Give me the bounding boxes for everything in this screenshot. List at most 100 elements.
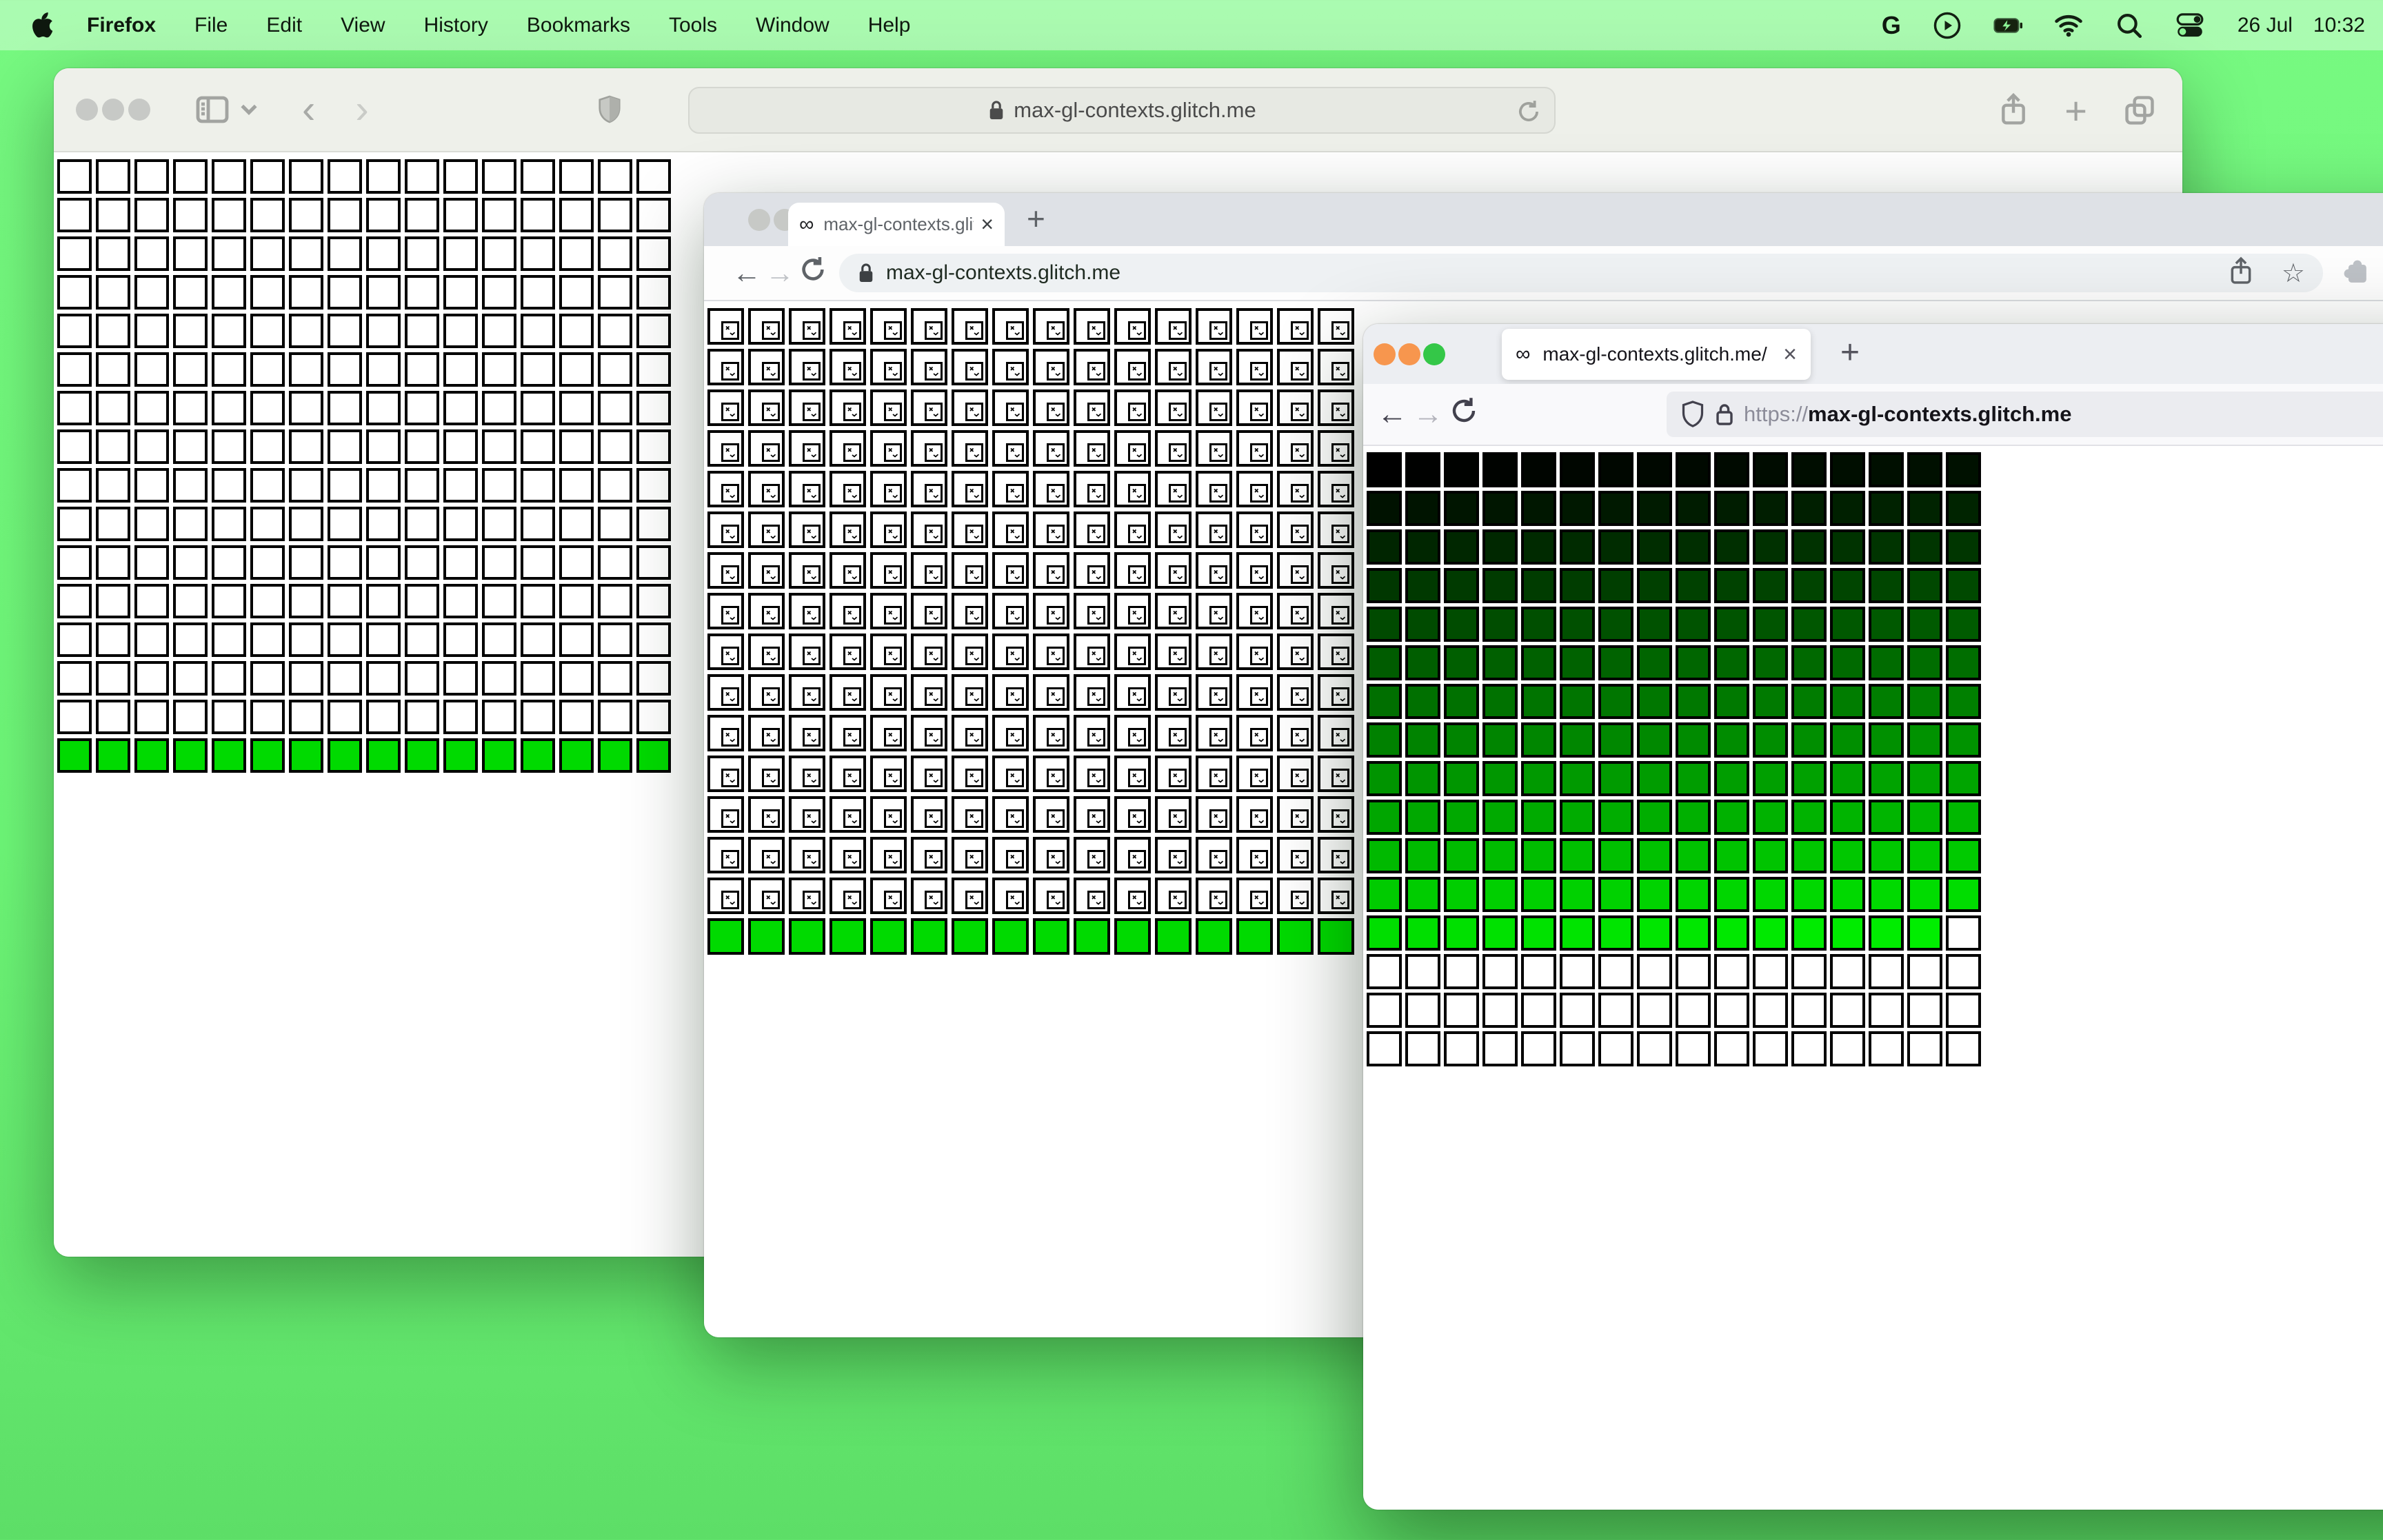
firefox-address-bar[interactable]: https://max-gl-contexts.glitch.me — [1667, 392, 2383, 437]
canvas-cell — [1676, 1031, 1711, 1066]
canvas-cell — [1405, 761, 1440, 796]
canvas-cell — [1714, 529, 1749, 565]
canvas-cell — [1277, 715, 1314, 751]
safari-address-bar[interactable]: max-gl-contexts.glitch.me — [688, 87, 1556, 134]
reload-icon[interactable] — [1446, 396, 1482, 434]
menu-item-edit[interactable]: Edit — [266, 14, 302, 37]
canvas-cell — [559, 622, 594, 657]
menu-item-window[interactable]: Window — [756, 14, 829, 37]
chrome-active-tab[interactable]: ∞ max-gl-contexts.glitch.me × — [788, 203, 1005, 246]
canvas-cell — [134, 584, 169, 618]
canvas-cell — [1598, 800, 1633, 835]
canvas-cell — [289, 584, 323, 618]
broken-image-icon — [803, 565, 821, 584]
canvas-cell — [1444, 877, 1479, 912]
canvas-cell — [96, 429, 130, 464]
menu-item-history[interactable]: History — [424, 14, 488, 37]
canvas-cell — [1753, 607, 1788, 642]
control-center-icon[interactable] — [2175, 11, 2204, 40]
canvas-cell — [911, 878, 947, 914]
canvas-cell — [328, 236, 362, 271]
broken-image-icon — [803, 362, 821, 381]
canvas-cell — [1114, 511, 1151, 548]
search-icon[interactable] — [2115, 11, 2144, 40]
google-status-icon[interactable]: G — [1882, 11, 1901, 40]
new-tab-button[interactable]: + — [1027, 200, 1045, 237]
close-window-button[interactable] — [748, 209, 770, 231]
menu-item-help[interactable]: Help — [868, 14, 911, 37]
tab-overview-icon[interactable] — [2123, 94, 2156, 127]
canvas-cell — [952, 674, 988, 711]
zoom-window-button[interactable] — [1423, 343, 1445, 365]
forward-button[interactable]: → — [763, 256, 796, 290]
minimize-window-button[interactable] — [1398, 343, 1420, 365]
wifi-icon[interactable] — [2054, 11, 2083, 40]
menubar-clock[interactable]: 10:32 — [2313, 14, 2365, 37]
back-button[interactable]: ← — [730, 256, 763, 290]
broken-image-icon — [1087, 809, 1105, 828]
forward-button[interactable]: → — [1410, 397, 1446, 432]
share-icon[interactable] — [1998, 92, 2029, 128]
menu-item-view[interactable]: View — [341, 14, 385, 37]
close-window-button[interactable] — [1374, 343, 1396, 365]
chrome-address-bar[interactable]: max-gl-contexts.glitch.me ☆ — [839, 254, 2323, 292]
bookmark-star-icon[interactable]: ☆ — [2282, 258, 2305, 289]
new-tab-button[interactable]: + — [2064, 88, 2087, 133]
canvas-cell — [1236, 756, 1273, 792]
canvas-cell — [1155, 511, 1192, 548]
canvas-cell — [1236, 430, 1273, 467]
menu-app-name[interactable]: Firefox — [87, 14, 156, 37]
reload-icon[interactable] — [796, 255, 829, 291]
new-tab-button[interactable]: + — [1840, 334, 1860, 372]
canvas-cell — [212, 352, 246, 387]
canvas-cell — [1637, 568, 1672, 603]
battery-charging-icon[interactable] — [1993, 11, 2022, 40]
broken-image-icon — [1291, 728, 1309, 747]
privacy-shield-icon[interactable] — [596, 94, 623, 125]
sidebar-icon[interactable] — [196, 96, 229, 123]
canvas-cell — [1196, 511, 1232, 548]
canvas-cell — [521, 507, 555, 541]
forward-button[interactable]: › — [355, 90, 368, 130]
safari-url-text: max-gl-contexts.glitch.me — [1014, 98, 1256, 122]
play-status-icon[interactable] — [1933, 11, 1962, 40]
chevron-down-icon[interactable] — [240, 103, 258, 116]
broken-image-icon — [1169, 809, 1187, 828]
canvas-cell — [1869, 645, 1904, 680]
canvas-cell — [1405, 452, 1440, 487]
close-window-button[interactable] — [76, 99, 98, 121]
canvas-cell — [521, 314, 555, 348]
canvas-cell — [1521, 877, 1556, 912]
canvas-cell — [1196, 878, 1232, 914]
canvas-cell — [96, 352, 130, 387]
canvas-cell — [443, 429, 478, 464]
menu-item-bookmarks[interactable]: Bookmarks — [527, 14, 630, 37]
close-tab-icon[interactable]: × — [981, 212, 994, 237]
canvas-cell — [1946, 722, 1981, 758]
menu-item-file[interactable]: File — [194, 14, 228, 37]
canvas-cell — [1318, 511, 1354, 548]
firefox-active-tab[interactable]: ∞ max-gl-contexts.glitch.me/ × — [1502, 329, 1811, 380]
close-tab-icon[interactable]: × — [1783, 341, 1797, 368]
back-button[interactable]: ‹ — [302, 90, 315, 130]
canvas-cell — [1155, 756, 1192, 792]
canvas-cell — [289, 391, 323, 425]
canvas-cell — [911, 349, 947, 385]
canvas-cell — [1521, 722, 1556, 758]
canvas-cell — [1405, 645, 1440, 680]
reload-icon[interactable] — [1516, 98, 1542, 131]
apple-menu-icon[interactable] — [30, 12, 54, 39]
canvas-cell — [1946, 877, 1981, 912]
broken-image-icon — [843, 809, 861, 828]
canvas-cell — [1714, 915, 1749, 951]
share-icon[interactable] — [2228, 256, 2254, 291]
canvas-cell — [829, 796, 866, 833]
canvas-cell — [482, 429, 516, 464]
extensions-puzzle-icon[interactable] — [2340, 256, 2371, 291]
menu-item-tools[interactable]: Tools — [669, 14, 717, 37]
broken-image-icon — [1169, 484, 1187, 503]
zoom-window-button[interactable] — [128, 99, 150, 121]
menubar-date[interactable]: 26 Jul — [2238, 14, 2293, 37]
back-button[interactable]: ← — [1374, 397, 1410, 432]
minimize-window-button[interactable] — [102, 99, 124, 121]
